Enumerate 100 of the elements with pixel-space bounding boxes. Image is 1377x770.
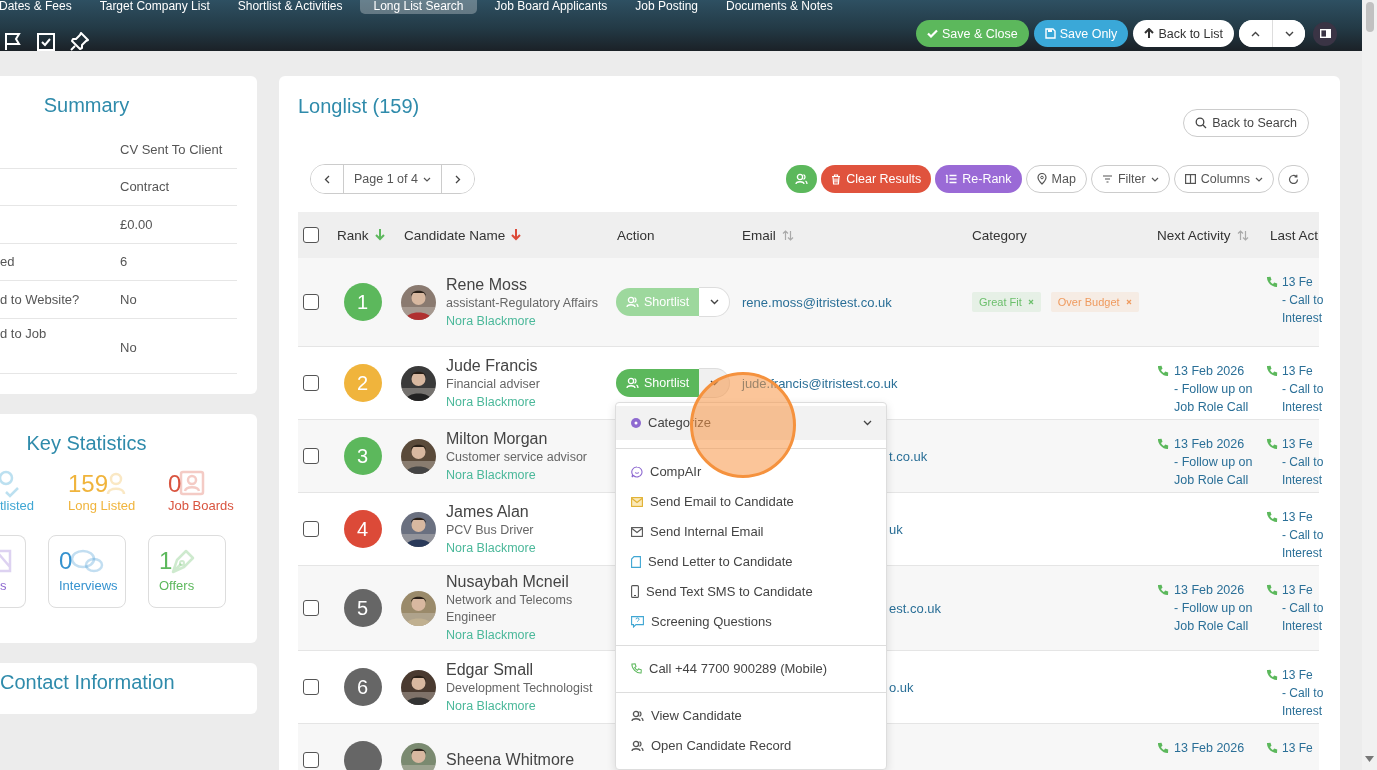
- arrow-up-icon: [1144, 28, 1155, 39]
- phone-icon: [1157, 742, 1169, 754]
- select-all-checkbox[interactable]: [303, 227, 319, 243]
- pin-icon[interactable]: [70, 32, 89, 51]
- card-title: Contact Information: [0, 670, 176, 694]
- field-label: d to Job: [0, 325, 47, 341]
- candidate-name[interactable]: James Alan: [446, 501, 536, 522]
- candidate-name[interactable]: Jude Francis: [446, 355, 540, 376]
- people-icon: [631, 739, 644, 752]
- column-header[interactable]: Rank: [337, 227, 369, 243]
- tab[interactable]: Target Company List: [85, 0, 224, 14]
- job-title: Development Technologist: [446, 679, 593, 697]
- caret-icon: [709, 379, 719, 386]
- phone-icon: [631, 663, 642, 674]
- rank-badge: 3: [343, 437, 382, 475]
- stat-tile[interactable]: 0 Interviews: [48, 534, 126, 608]
- activity-text[interactable]: 13 Fe - Call to Interest: [1282, 435, 1324, 489]
- tab[interactable]: Job Posting: [621, 0, 712, 14]
- menu-item[interactable]: Send Letter to Candidate: [616, 546, 886, 577]
- stat-tile[interactable]: s: [0, 534, 26, 608]
- caret-icon: [1150, 176, 1159, 182]
- activity-text[interactable]: 13 Fe: [1282, 739, 1313, 757]
- candidate-name[interactable]: Milton Morgan: [446, 428, 587, 449]
- stat-number: 1: [159, 546, 173, 575]
- phone-icon: [1266, 365, 1278, 377]
- next-button[interactable]: [1272, 20, 1305, 47]
- sort-arrow-icon[interactable]: [511, 229, 522, 241]
- category-tag: Over Budget: [1050, 292, 1139, 312]
- candidate-name[interactable]: Edgar Small: [446, 659, 593, 680]
- column-header[interactable]: Last Act: [1270, 227, 1319, 243]
- activity-text[interactable]: 13 Feb 2026 - Follow up on Job Role Call: [1174, 435, 1253, 489]
- phone-icon: [1157, 365, 1169, 377]
- tab[interactable]: Documents & Notes: [712, 0, 847, 14]
- column-header[interactable]: Action: [617, 227, 655, 243]
- sidebar-icon: [1319, 29, 1331, 38]
- column-header[interactable]: Category: [972, 227, 1027, 243]
- scrollbar[interactable]: [1362, 0, 1377, 770]
- row-checkbox[interactable]: [303, 448, 319, 464]
- row-checkbox[interactable]: [303, 375, 319, 391]
- activity-text[interactable]: 13 Feb 2026 - Follow up on Job Role Call: [1174, 581, 1253, 635]
- column-header[interactable]: Next Activity: [1157, 227, 1231, 243]
- field-value: CV Sent To Client: [120, 141, 223, 157]
- email-link[interactable]: est.co.uk: [889, 600, 942, 616]
- back-to-list-button[interactable]: Back to List: [1133, 20, 1234, 47]
- field-label: d to Website?: [0, 291, 80, 307]
- scroll-down-arrow-icon[interactable]: [1365, 756, 1374, 762]
- re-rank-button[interactable]: Re-Rank: [935, 165, 1022, 193]
- panel-toggle-button[interactable]: [1313, 21, 1337, 46]
- activity-text[interactable]: 13 Feb 2026: [1174, 739, 1245, 757]
- stat-label: s: [0, 578, 8, 593]
- filter-button[interactable]: Filter: [1090, 165, 1170, 193]
- menu-item[interactable]: Call +44 7700 900289 (Mobile): [616, 653, 886, 684]
- page-select[interactable]: Page 1 of 4: [343, 165, 442, 193]
- row-checkbox[interactable]: [303, 752, 319, 768]
- flag-icon[interactable]: [4, 32, 22, 51]
- columns-button[interactable]: Columns: [1173, 165, 1274, 193]
- column-header[interactable]: Candidate Name: [404, 227, 506, 243]
- clear-results-button[interactable]: Clear Results: [821, 165, 932, 193]
- row-checkbox[interactable]: [303, 679, 319, 695]
- refresh-button[interactable]: [1278, 165, 1309, 193]
- candidate-name[interactable]: Sheena Whitmore: [446, 750, 575, 770]
- menu-item[interactable]: CompAIr: [616, 456, 886, 487]
- menu-item[interactable]: Send Text SMS to Candidate: [616, 576, 886, 607]
- dropdown-toggle[interactable]: [699, 367, 731, 398]
- candidate-name[interactable]: Rene Moss: [446, 274, 598, 295]
- rank-badge: 5: [343, 589, 382, 627]
- tab[interactable]: Dates & Fees: [0, 0, 86, 14]
- email-link[interactable]: rene.moss@itristest.co.uk: [742, 294, 892, 310]
- checkbox-icon[interactable]: [37, 32, 55, 51]
- row-checkbox[interactable]: [303, 600, 319, 616]
- scroll-thumb[interactable]: [1366, 2, 1374, 32]
- shortlist-button[interactable]: [786, 165, 818, 193]
- row-checkbox[interactable]: [303, 294, 319, 310]
- rank-badge: 6: [343, 668, 382, 706]
- tab[interactable]: Long List Search: [360, 0, 477, 14]
- tab[interactable]: Shortlist & Activities: [223, 0, 357, 14]
- stat-label: tlisted: [0, 498, 35, 513]
- card-title: Summary: [42, 94, 131, 117]
- map-button[interactable]: Map: [1025, 165, 1087, 193]
- activity-text[interactable]: 13 Feb 2026 - Follow up on Job Role Call: [1174, 362, 1253, 416]
- activity-text[interactable]: 13 Fe - Call to Interest: [1282, 666, 1324, 720]
- activity-text[interactable]: 13 Fe - Call to Interest: [1282, 362, 1324, 416]
- row-checkbox[interactable]: [303, 521, 319, 537]
- tab[interactable]: Job Board Applicants: [480, 0, 622, 14]
- menu-item[interactable]: Open Candidate Record: [616, 730, 886, 761]
- email-link[interactable]: o.uk: [889, 679, 914, 695]
- email-link[interactable]: t.co.uk: [889, 448, 928, 464]
- activity-text[interactable]: 13 Fe - Call to Interest: [1282, 273, 1324, 327]
- job-title: Network and Telecoms Engineer: [446, 592, 574, 626]
- email-link[interactable]: uk: [889, 521, 903, 537]
- activity-text[interactable]: 13 Fe - Call to Interest: [1282, 581, 1324, 635]
- activity-text[interactable]: 13 Fe - Call to Interest: [1282, 508, 1324, 562]
- menu-item[interactable]: Send Internal Email: [616, 516, 886, 547]
- candidate-name[interactable]: Nusaybah Mcneil: [446, 572, 609, 592]
- rank-badge: 4: [343, 510, 382, 548]
- back-to-search-button[interactable]: Back to Search: [1183, 109, 1309, 137]
- menu-item[interactable]: Send Email to Candidate: [616, 486, 886, 517]
- menu-item[interactable]: View Candidate: [616, 700, 886, 731]
- column-header[interactable]: Email: [742, 227, 776, 243]
- menu-item[interactable]: Screening Questions: [616, 606, 886, 637]
